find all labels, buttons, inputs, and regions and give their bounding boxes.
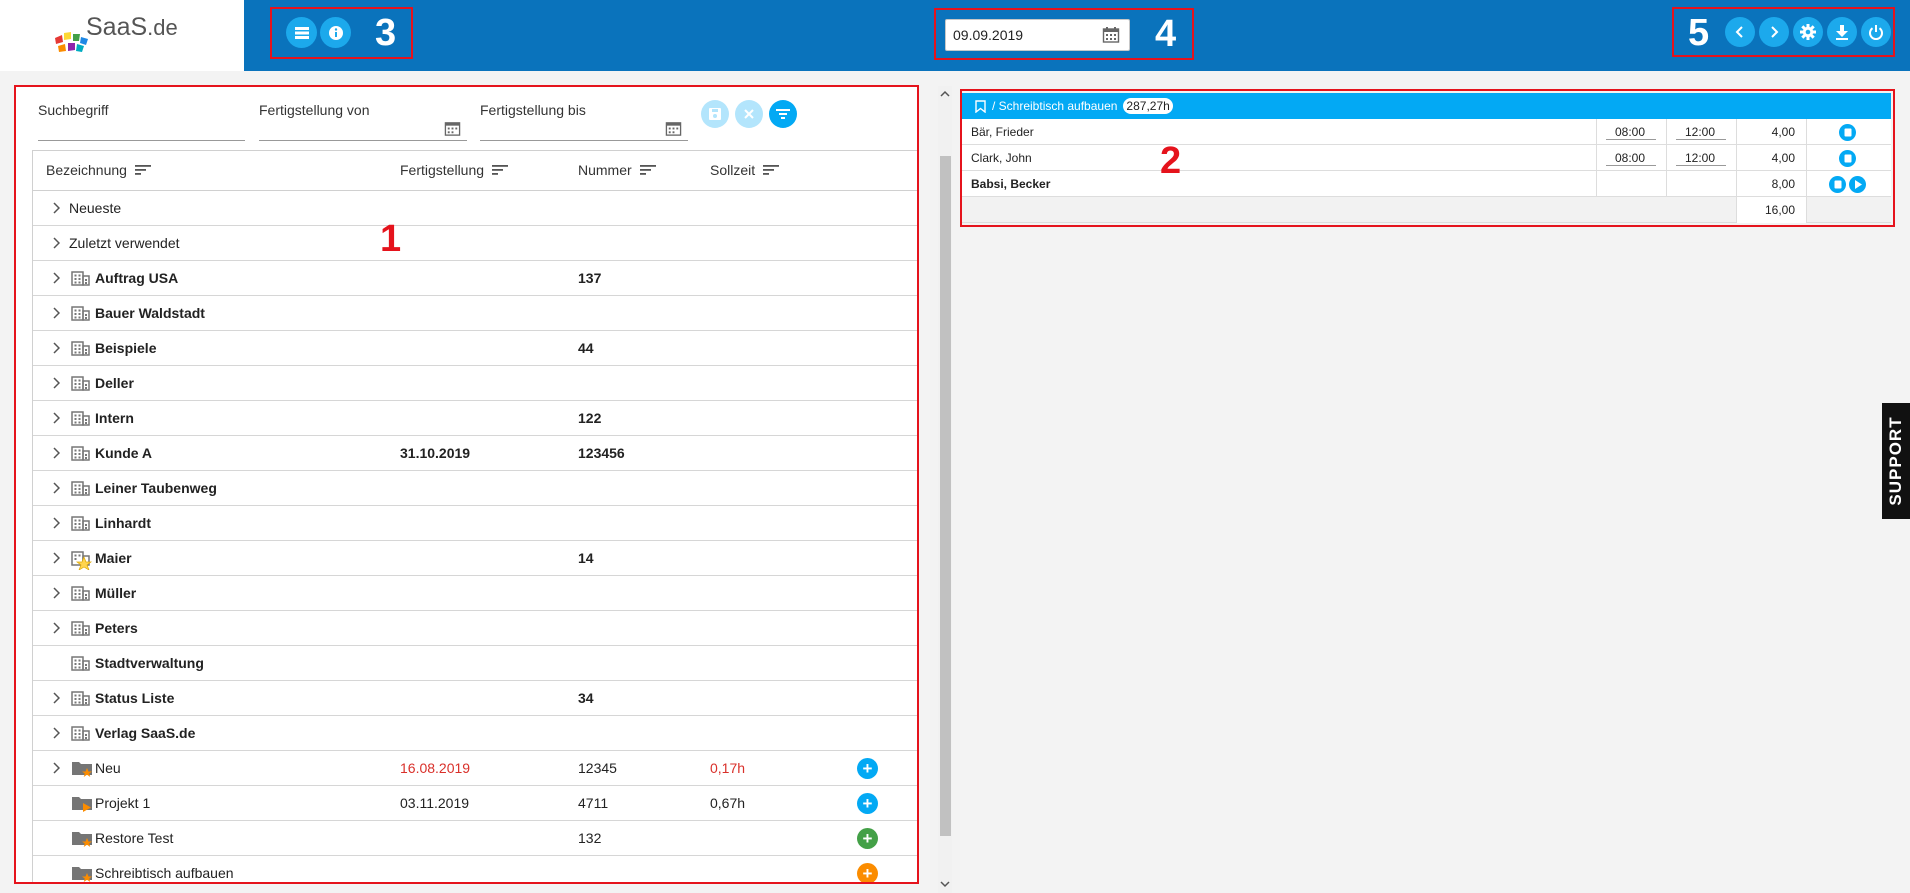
support-tab[interactable]: SUPPORT [1882, 403, 1910, 519]
logout-button[interactable] [1861, 17, 1891, 47]
logo[interactable]: SaaS.de [0, 0, 244, 71]
download-icon [1836, 25, 1848, 40]
info-icon [328, 25, 343, 40]
power-icon [1869, 25, 1883, 40]
chevron-left-icon [1735, 26, 1743, 38]
chevron-right-icon [1771, 26, 1779, 38]
download-button[interactable] [1827, 17, 1857, 47]
scroll-up-icon[interactable] [940, 90, 950, 98]
annotation-label-4: 4 [1155, 13, 1177, 55]
calendar-icon[interactable] [1102, 26, 1120, 44]
annotation-label-2: 2 [1160, 140, 1182, 182]
annotation-label-1: 1 [380, 218, 402, 260]
previous-button[interactable] [1725, 17, 1755, 47]
logo-text: SaaS.de [86, 13, 178, 41]
date-input[interactable]: 09.09.2019 [945, 19, 1130, 51]
gear-icon [1800, 24, 1816, 40]
top-bar: SaaS.de 3 09.09.2019 4 5 [0, 0, 1910, 71]
list-button[interactable] [286, 17, 317, 48]
annotation-box-2 [960, 89, 1895, 227]
annotation-label-5: 5 [1688, 12, 1710, 54]
scrollbar-thumb[interactable] [940, 156, 951, 836]
date-value: 09.09.2019 [953, 27, 1024, 43]
scroll-down-icon[interactable] [940, 880, 950, 888]
next-button[interactable] [1759, 17, 1789, 47]
list-icon [294, 27, 309, 39]
annotation-label-3: 3 [375, 12, 397, 54]
settings-button[interactable] [1793, 17, 1823, 47]
info-button[interactable] [320, 17, 351, 48]
annotation-box-1 [14, 85, 919, 884]
